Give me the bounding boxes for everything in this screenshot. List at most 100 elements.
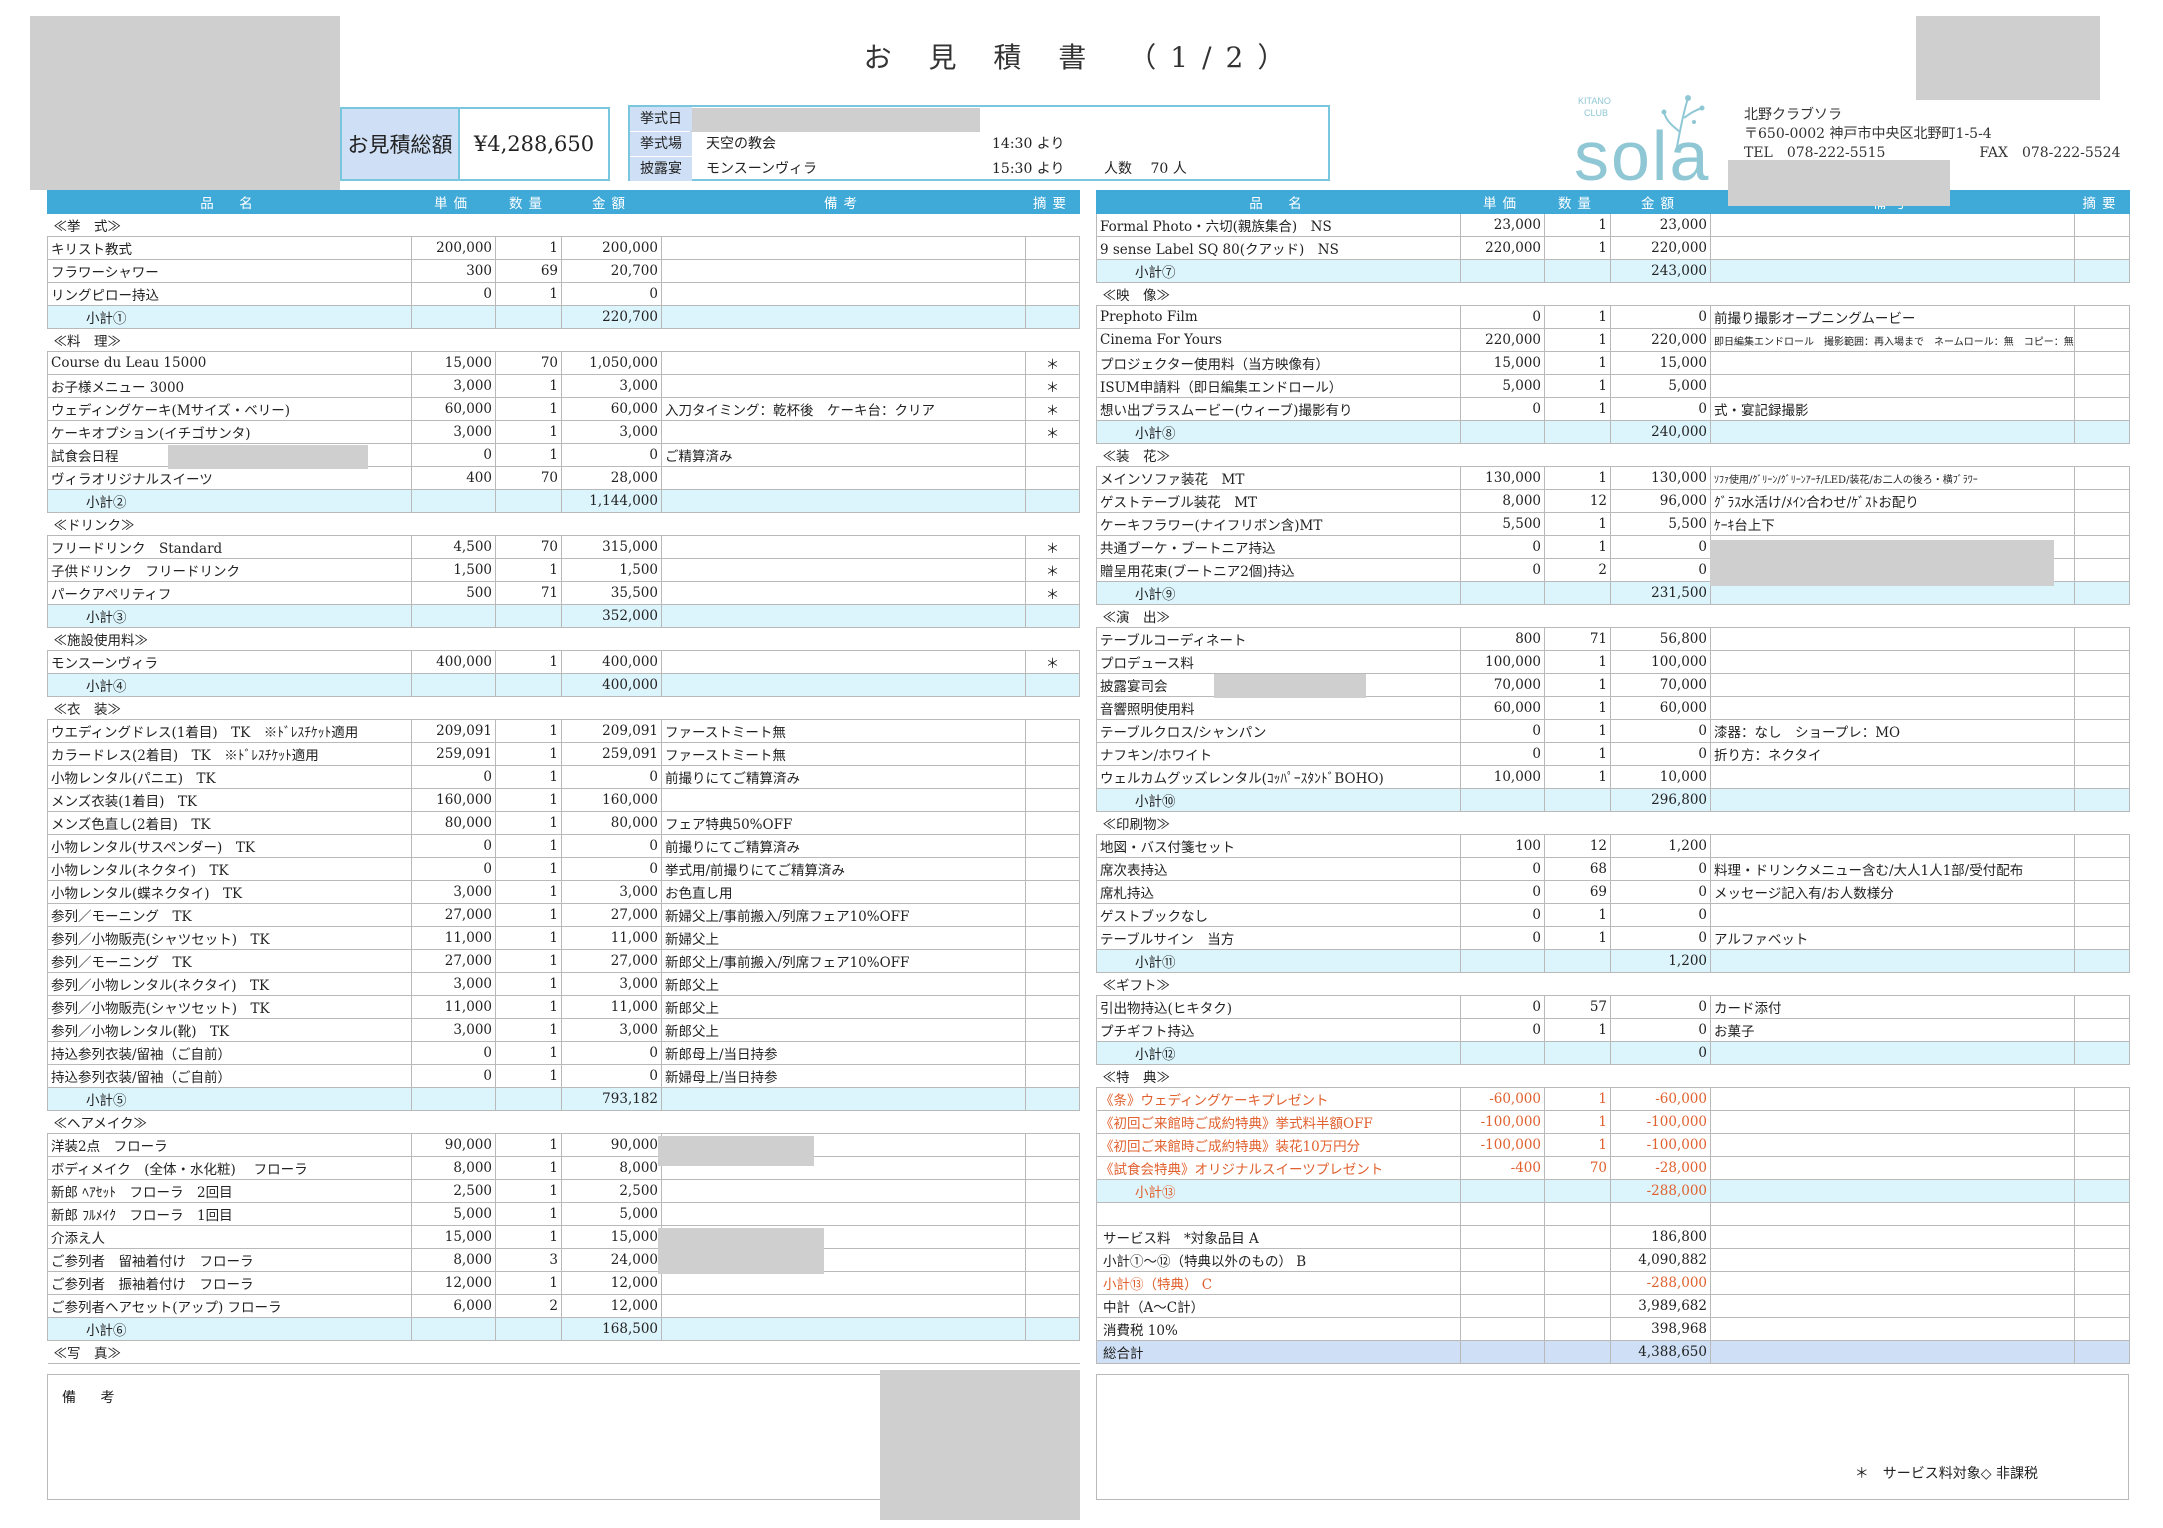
line-item-row: ボディメイク (全体・水化粧) フローラ 8,000 1 8,000 — [47, 1156, 1080, 1180]
remarks-cell: 料理・ドリンクメニュー含む/大人1人1部/受付配布 — [1710, 857, 2075, 881]
quantity-cell: 1 — [495, 926, 562, 950]
remarks-cell — [661, 1271, 1026, 1295]
item-name-cell: 参列／小物販売(シャツセット) TK — [47, 926, 412, 950]
remarks-cell — [1710, 351, 2075, 375]
item-name-cell: 小計⑥ — [47, 1317, 412, 1341]
remarks-cell — [1710, 1041, 2075, 1065]
remarks-cell: 新婦母上/当日持参 — [661, 1064, 1026, 1088]
col-header-name: 品 名 — [47, 190, 412, 214]
quantity-cell: 1 — [495, 788, 562, 812]
unit-price-cell: 27,000 — [411, 949, 496, 973]
tax-mark-cell — [1025, 1133, 1080, 1157]
summary-row: 消費税 10% 398,968 — [1096, 1317, 2130, 1341]
remarks-cell — [661, 1179, 1026, 1203]
item-name-cell: Cinema For Yours — [1096, 328, 1461, 352]
amount-cell — [1610, 1064, 1711, 1088]
quantity-cell: 1 — [1544, 397, 1611, 421]
tax-mark-cell — [2074, 1064, 2130, 1088]
unit-price-cell: 90,000 — [411, 1133, 496, 1157]
quantity-cell: 1 — [495, 903, 562, 927]
amount-cell: 60,000 — [1610, 696, 1711, 720]
remarks-cell: お菓子 — [1710, 1018, 2075, 1042]
line-item-row: 音響照明使用料 60,000 1 60,000 — [1096, 696, 2130, 720]
item-name-cell: ISUM申請料（即日編集エンドロール） — [1096, 374, 1461, 398]
quantity-cell: 1 — [495, 972, 562, 996]
line-item-row: ナフキン/ホワイト 0 1 0 折り方：ネクタイ — [1096, 742, 2130, 766]
remarks-cell — [1710, 673, 2075, 697]
item-name-cell: ボディメイク (全体・水化粧) フローラ — [47, 1156, 412, 1180]
quantity-cell — [495, 673, 562, 697]
unit-price-cell — [1460, 949, 1545, 973]
unit-price-cell — [411, 696, 496, 720]
tax-mark-cell — [1025, 834, 1080, 858]
amount-cell: 160,000 — [561, 788, 662, 812]
amount-cell: 130,000 — [1610, 466, 1711, 490]
amount-cell: 0 — [1610, 903, 1711, 927]
remarks-cell — [661, 420, 1026, 444]
tax-mark-cell — [1025, 305, 1080, 329]
item-name-cell: 想い出プラスムービー(ウィーブ)撮影有り — [1096, 397, 1461, 421]
redacted-area — [1710, 540, 2054, 586]
quantity-cell: 71 — [1544, 627, 1611, 651]
tax-mark-cell — [2074, 443, 2130, 467]
remarks-cell — [1710, 650, 2075, 674]
amount-cell: 296,800 — [1610, 788, 1711, 812]
company-info: 北野クラブソラ 〒650-0002 神戸市中央区北野町1-5-4 TEL 078… — [1744, 106, 2121, 163]
quantity-cell: 1 — [1544, 742, 1611, 766]
unit-price-cell: 8,000 — [1460, 489, 1545, 513]
quantity-cell: 1 — [1544, 305, 1611, 329]
tax-mark-cell — [2074, 328, 2130, 352]
remarks-cell — [1710, 972, 2075, 996]
tax-mark-cell — [1025, 1041, 1080, 1065]
line-item-row: ウェルカムグッズレンタル(ｺｯﾊﾟｰｽﾀﾝﾄﾞBOHO) 10,000 1 10,00… — [1096, 765, 2130, 789]
amount-cell — [1610, 811, 1711, 835]
item-name-cell: 中計（A～C計） — [1096, 1294, 1461, 1318]
tax-mark-cell — [2074, 1179, 2130, 1203]
line-item-row: 持込参列衣装/留袖（ご自前） 0 1 0 新郎母上/当日持参 — [47, 1041, 1080, 1065]
quantity-cell — [495, 1340, 562, 1364]
unit-price-cell — [1460, 1064, 1545, 1088]
quantity-cell: 1 — [495, 1064, 562, 1088]
quantity-cell — [1544, 581, 1611, 605]
unit-price-cell: -100,000 — [1460, 1133, 1545, 1157]
unit-price-cell: 0 — [1460, 535, 1545, 559]
item-name-cell: フリードリンク Standard — [47, 535, 412, 559]
remarks-cell — [1710, 1271, 2075, 1295]
item-name-cell: 消費税 10% — [1096, 1317, 1461, 1341]
amount-cell: 0 — [1610, 719, 1711, 743]
tax-mark-cell — [1025, 1294, 1080, 1318]
remarks-cell: ｿﾌｧ使用/ｸﾞﾘｰﾝ/ｸﾞﾘｰﾝｱｰﾁ/LED/装花/お二人の後ろ・横ﾌﾞﾗﾜ… — [1710, 466, 2075, 490]
quantity-cell: 1 — [495, 857, 562, 881]
line-item-row: モンスーンヴィラ 400,000 1 400,000 ＊ — [47, 650, 1080, 674]
unit-price-cell: 0 — [411, 443, 496, 467]
unit-price-cell — [411, 1087, 496, 1111]
quantity-cell: 1 — [1544, 719, 1611, 743]
line-item-row: 参列／小物販売(シャツセット) TK 11,000 1 11,000 新郎父上 — [47, 995, 1080, 1019]
remarks-label: 備 考 — [62, 1390, 125, 1406]
quantity-cell: 1 — [495, 742, 562, 766]
page-title: お 見 積 書 （1/2） — [863, 41, 1300, 74]
amount-cell — [561, 1340, 662, 1364]
unit-price-cell: 11,000 — [411, 995, 496, 1019]
quantity-cell: 1 — [1544, 673, 1611, 697]
quantity-cell: 2 — [495, 1294, 562, 1318]
unit-price-cell: 0 — [1460, 926, 1545, 950]
amount-cell: 5,000 — [561, 1202, 662, 1226]
estimate-total-label: お見積総額 — [342, 109, 460, 179]
line-item-row: 小物レンタル(パニエ) TK 0 1 0 前撮りにてご精算済み — [47, 765, 1080, 789]
remarks-cell: 新郎父上 — [661, 972, 1026, 996]
item-name-cell: お子様メニュー 3000 — [47, 374, 412, 398]
unit-price-cell: 220,000 — [1460, 328, 1545, 352]
item-name-cell: 《試食会特典》オリジナルスイーツプレゼント — [1096, 1156, 1461, 1180]
line-item-row: メインソファ装花 MT 130,000 1 130,000 ｿﾌｧ使用/ｸﾞﾘｰﾝ/ｸﾞ… — [1096, 466, 2130, 490]
amount-cell: 231,500 — [1610, 581, 1711, 605]
tax-mark-cell — [2074, 1133, 2130, 1157]
remarks-cell — [661, 1294, 1026, 1318]
unit-price-cell: 10,000 — [1460, 765, 1545, 789]
logo-line1: KITANO — [1578, 96, 1611, 106]
amount-cell: 0 — [1610, 1018, 1711, 1042]
item-name-cell: 席札持込 — [1096, 880, 1461, 904]
tax-mark-cell — [1025, 742, 1080, 766]
redacted-area — [168, 445, 368, 469]
remarks-cell — [1710, 765, 2075, 789]
